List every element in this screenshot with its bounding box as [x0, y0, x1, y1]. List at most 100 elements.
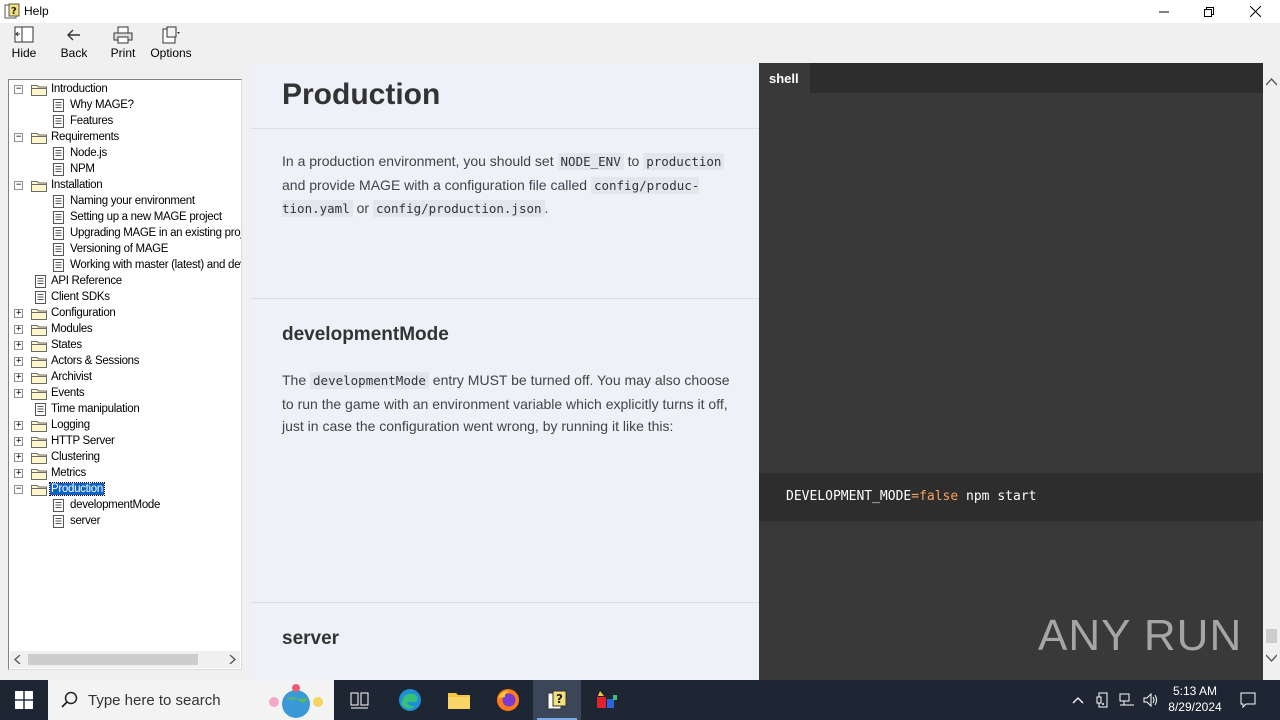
collapse-icon[interactable]: −: [14, 485, 23, 494]
tree-item-label[interactable]: Modules: [50, 323, 93, 335]
tray-device-button[interactable]: [1093, 680, 1113, 720]
tree-item[interactable]: NPM: [9, 162, 241, 178]
tree-item[interactable]: − Production: [9, 482, 241, 498]
minimize-button[interactable]: [1141, 0, 1187, 23]
tray-overflow-button[interactable]: [1068, 680, 1088, 720]
shell-tab[interactable]: shell: [759, 63, 810, 93]
tree-item[interactable]: + Logging: [9, 418, 241, 434]
tree-item[interactable]: + Modules: [9, 322, 241, 338]
print-button[interactable]: Print: [109, 26, 137, 62]
tree-item[interactable]: Setting up a new MAGE project: [9, 210, 241, 226]
tree-item-label[interactable]: HTTP Server: [50, 435, 116, 447]
tree-item[interactable]: Working with master (latest) and dev: [9, 258, 241, 274]
volume-button[interactable]: [1140, 680, 1162, 720]
tree-item[interactable]: Features: [9, 114, 241, 130]
tree-item[interactable]: + Metrics: [9, 466, 241, 482]
app-taskbar-button[interactable]: [583, 680, 631, 720]
expand-icon[interactable]: +: [14, 389, 23, 398]
tree-item[interactable]: Upgrading MAGE in an existing proj: [9, 226, 241, 242]
file-explorer-taskbar-button[interactable]: [435, 680, 483, 720]
tree-item-label[interactable]: Clustering: [50, 451, 101, 463]
contents-tree-pane[interactable]: − Introduction Why MAGE? Features − Requireme…: [8, 79, 242, 670]
expand-icon[interactable]: +: [14, 325, 23, 334]
tree-item[interactable]: Versioning of MAGE: [9, 242, 241, 258]
help-taskbar-button[interactable]: ?: [533, 680, 581, 720]
tree-item-label[interactable]: Node.js: [69, 147, 108, 159]
collapse-icon[interactable]: −: [14, 85, 23, 94]
notifications-button[interactable]: [1234, 680, 1262, 720]
tree-item-label[interactable]: developmentMode: [69, 499, 161, 511]
tree-item-label[interactable]: API Reference: [50, 275, 123, 287]
tree-item-label[interactable]: Working with master (latest) and dev: [69, 259, 241, 271]
restore-button[interactable]: [1186, 0, 1232, 23]
expand-icon[interactable]: +: [14, 309, 23, 318]
tree-item-label[interactable]: Metrics: [50, 467, 87, 479]
task-view-button[interactable]: [336, 680, 384, 720]
tree-item[interactable]: + Events: [9, 386, 241, 402]
hide-button[interactable]: Hide: [10, 26, 38, 62]
tree-item[interactable]: + Actors & Sessions: [9, 354, 241, 370]
tree-item[interactable]: server: [9, 514, 241, 530]
tree-item-label[interactable]: Time manipulation: [50, 403, 140, 415]
scroll-down-icon[interactable]: [1266, 654, 1277, 662]
tree-item-label[interactable]: Features: [69, 115, 114, 127]
tree-item[interactable]: + HTTP Server: [9, 434, 241, 450]
article-vertical-scrollbar[interactable]: [1263, 63, 1280, 680]
network-button[interactable]: [1116, 680, 1138, 720]
expand-icon[interactable]: +: [14, 373, 23, 382]
scroll-up-icon[interactable]: [1266, 78, 1277, 86]
tree-horizontal-scrollbar[interactable]: [10, 651, 240, 668]
tree-item[interactable]: Naming your environment: [9, 194, 241, 210]
tree-item[interactable]: + States: [9, 338, 241, 354]
tree-item-label[interactable]: Archivist: [50, 371, 93, 383]
start-button[interactable]: [0, 680, 48, 720]
tree-item[interactable]: + Clustering: [9, 450, 241, 466]
tree-item-label[interactable]: Configuration: [50, 307, 117, 319]
expand-icon[interactable]: +: [14, 453, 23, 462]
expand-icon[interactable]: +: [14, 437, 23, 446]
tree-item-label[interactable]: Events: [50, 387, 85, 399]
tree-item-label[interactable]: Requirements: [50, 131, 120, 143]
tree-item[interactable]: developmentMode: [9, 498, 241, 514]
expand-icon[interactable]: +: [14, 341, 23, 350]
tree-item-label[interactable]: Client SDKs: [50, 291, 111, 303]
tree-item-label[interactable]: Introduction: [50, 83, 109, 95]
tree-item[interactable]: + Configuration: [9, 306, 241, 322]
tree-item[interactable]: − Introduction: [9, 82, 241, 98]
tree-item-label[interactable]: NPM: [69, 163, 96, 175]
tree-scrollbar-thumb[interactable]: [28, 654, 198, 665]
tree-item[interactable]: Node.js: [9, 146, 241, 162]
tree-item[interactable]: − Requirements: [9, 130, 241, 146]
scroll-right-icon[interactable]: [228, 655, 236, 664]
tree-item[interactable]: Why MAGE?: [9, 98, 241, 114]
expand-icon[interactable]: +: [14, 469, 23, 478]
tree-item[interactable]: + Archivist: [9, 370, 241, 386]
tree-item-label[interactable]: Setting up a new MAGE project: [69, 211, 223, 223]
tree-item[interactable]: Time manipulation: [9, 402, 241, 418]
scroll-left-icon[interactable]: [14, 655, 22, 664]
tree-item-label[interactable]: Versioning of MAGE: [69, 243, 169, 255]
tree-item-label[interactable]: Why MAGE?: [69, 99, 135, 111]
tree-item-label[interactable]: States: [50, 339, 83, 351]
tree-item-label[interactable]: Actors & Sessions: [50, 355, 140, 367]
back-button[interactable]: Back: [59, 26, 89, 62]
collapse-icon[interactable]: −: [14, 181, 23, 190]
taskbar-search-box[interactable]: Type here to search: [48, 680, 334, 720]
tree-item-label[interactable]: Naming your environment: [69, 195, 196, 207]
collapse-icon[interactable]: −: [14, 133, 23, 142]
expand-icon[interactable]: +: [14, 421, 23, 430]
tree-item-label[interactable]: Upgrading MAGE in an existing proj: [69, 227, 241, 239]
expand-icon[interactable]: +: [14, 357, 23, 366]
tree-item[interactable]: − Installation: [9, 178, 241, 194]
tree-item-label[interactable]: Logging: [50, 419, 91, 431]
firefox-taskbar-button[interactable]: [484, 680, 532, 720]
tree-item-label[interactable]: server: [69, 515, 101, 527]
article-scrollbar-thumb[interactable]: [1266, 629, 1277, 643]
taskbar-clock[interactable]: 5:13 AM 8/29/2024: [1160, 683, 1230, 715]
tree-item-label[interactable]: Installation: [50, 179, 103, 191]
tree-item[interactable]: Client SDKs: [9, 290, 241, 306]
options-button[interactable]: Options: [150, 26, 192, 62]
edge-taskbar-button[interactable]: [386, 680, 434, 720]
tree-item-label[interactable]: Production: [49, 482, 105, 496]
tree-item[interactable]: API Reference: [9, 274, 241, 290]
